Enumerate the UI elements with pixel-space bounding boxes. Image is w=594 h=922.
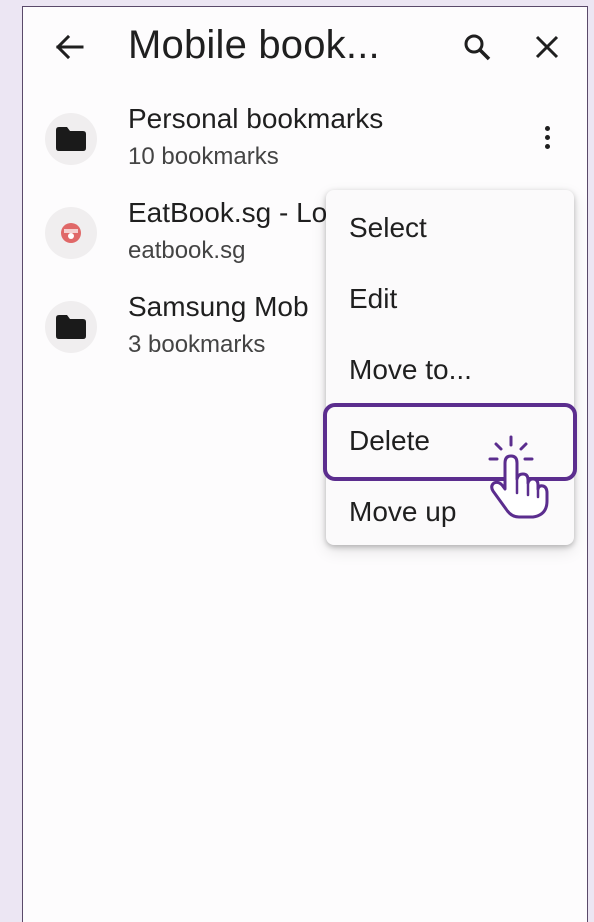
close-button[interactable] <box>525 27 569 67</box>
folder-icon <box>45 113 97 165</box>
search-button[interactable] <box>455 27 499 67</box>
menu-item-label: Edit <box>349 283 398 314</box>
bookmark-sub: eatbook.sg <box>128 237 246 264</box>
bookmarks-screen: Mobile book... Personal bookmarks 10 boo… <box>22 6 588 922</box>
tap-hand-cursor-icon <box>488 435 549 519</box>
arrow-left-icon <box>55 34 84 60</box>
menu-item-label: Select <box>349 212 427 243</box>
menu-item-select[interactable]: Select <box>326 190 574 260</box>
menu-item-edit[interactable]: Edit <box>326 261 574 331</box>
more-options-button[interactable] <box>531 117 563 157</box>
dot <box>544 134 550 140</box>
menu-item-move-to[interactable]: Move to... <box>326 332 574 402</box>
search-icon <box>464 34 491 61</box>
top-app-bar: Mobile book... <box>23 7 587 87</box>
site-favicon <box>45 207 97 259</box>
close-icon <box>535 35 559 59</box>
menu-item-label: Move up <box>349 496 457 527</box>
bookmark-row-personal[interactable]: Personal bookmarks 10 bookmarks <box>23 103 587 191</box>
menu-item-label: Move to... <box>349 354 472 385</box>
bookmark-name: Personal bookmarks <box>128 103 384 134</box>
dot <box>544 143 550 149</box>
bookmark-sub: 3 bookmarks <box>128 331 266 358</box>
page-title: Mobile book... <box>128 23 380 67</box>
back-button[interactable] <box>47 29 91 65</box>
folder-icon <box>45 301 97 353</box>
bookmark-sub: 10 bookmarks <box>128 143 279 170</box>
dot <box>544 125 550 131</box>
bookmark-name: EatBook.sg - Lo <box>128 197 328 228</box>
bookmark-name: Samsung Mob <box>128 291 309 322</box>
